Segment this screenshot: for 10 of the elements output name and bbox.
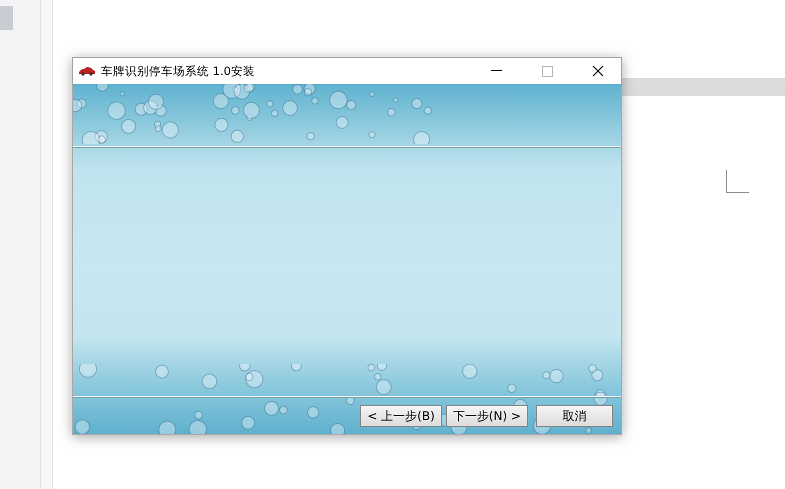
minimize-icon xyxy=(490,70,502,72)
maximize-icon xyxy=(542,66,552,76)
margin-corner-mark xyxy=(726,170,749,193)
scroll-thumb[interactable] xyxy=(0,6,13,30)
window-title: 车牌识别停车场系统 1.0安装 xyxy=(101,64,256,78)
close-icon xyxy=(592,65,604,77)
cancel-button[interactable]: 取消 xyxy=(536,405,613,427)
back-button[interactable]: < 上一步(B) xyxy=(360,405,442,427)
next-button[interactable]: 下一步(N) > xyxy=(446,405,528,427)
car-icon xyxy=(78,66,96,76)
